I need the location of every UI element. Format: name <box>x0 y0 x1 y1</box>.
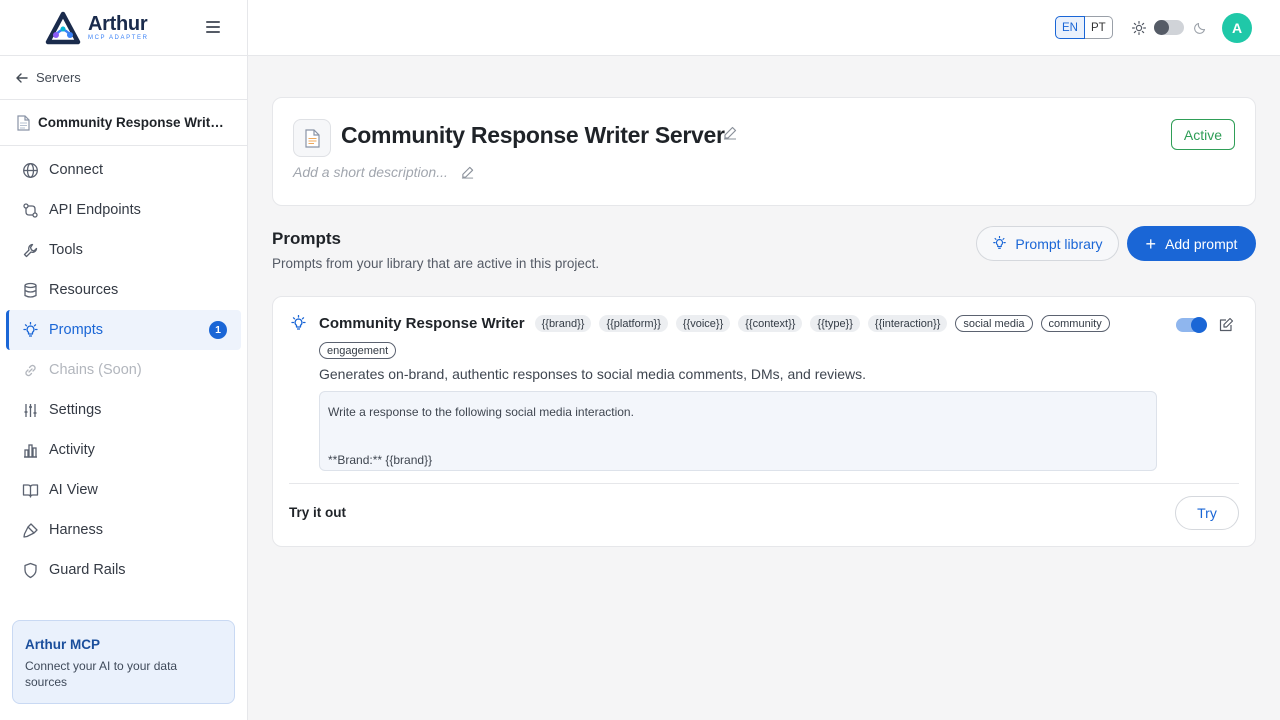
current-server[interactable]: Community Response Writer ... <box>0 100 247 146</box>
arthur-logo-icon[interactable] <box>44 11 82 45</box>
pen-tool-icon <box>23 522 38 538</box>
prompts-count-badge: 1 <box>209 321 227 339</box>
prompt-variable-chip: {{type}} <box>810 315 860 332</box>
moon-icon <box>1194 22 1206 34</box>
sidebar-item-label: Prompts <box>49 322 103 338</box>
back-to-servers-link[interactable]: Servers <box>0 56 247 100</box>
sidebar-item-prompts[interactable]: Prompts 1 <box>6 310 241 350</box>
edit-prompt-icon[interactable] <box>1219 317 1234 332</box>
book-icon <box>22 483 39 498</box>
back-link-label: Servers <box>36 70 81 85</box>
prompt-variable-chip: {{brand}} <box>534 315 592 332</box>
promo-card: Arthur MCP Connect your AI to your data … <box>12 620 235 704</box>
promo-text: Connect your AI to your data sources <box>25 659 178 689</box>
prompt-template-line: Write a response to the following social… <box>328 405 634 419</box>
brand-text: Arthur MCP ADAPTER <box>88 14 149 41</box>
prompt-enabled-toggle[interactable] <box>1176 317 1207 333</box>
server-document-icon <box>293 119 331 157</box>
prompt-library-label: Prompt library <box>1015 235 1103 252</box>
prompt-tag-chip: social media <box>955 315 1033 332</box>
menu-icon[interactable] <box>206 21 220 33</box>
sidebar-item-label: Activity <box>49 442 95 458</box>
sidebar-item-api-endpoints[interactable]: API Endpoints <box>6 190 241 230</box>
prompt-card: Community Response Writer {{brand}} {{pl… <box>272 296 1256 547</box>
server-status-badge: Active <box>1170 119 1235 150</box>
link-icon <box>25 364 36 376</box>
language-switcher: EN PT <box>1055 16 1113 39</box>
divider <box>289 483 1239 484</box>
prompt-library-button[interactable]: Prompt library <box>976 226 1119 261</box>
sidebar-item-tools[interactable]: Tools <box>6 230 241 270</box>
add-prompt-button[interactable]: + Add prompt <box>1127 226 1256 261</box>
prompt-variable-chip: {{voice}} <box>675 315 731 332</box>
sidebar-item-label: API Endpoints <box>49 202 141 218</box>
database-icon <box>24 282 37 298</box>
try-button[interactable]: Try <box>1175 496 1239 530</box>
sidebar-item-harness[interactable]: Harness <box>6 510 241 550</box>
bulb-icon <box>23 321 38 337</box>
sidebar-item-label: Guard Rails <box>49 562 126 578</box>
prompt-description: Generates on-brand, authentic responses … <box>319 366 867 382</box>
api-icon <box>23 202 38 218</box>
sidebar-item-label: Settings <box>49 402 102 418</box>
prompt-toggle-knob <box>1191 317 1207 333</box>
sidebar-item-label: AI View <box>49 482 98 498</box>
brand-header: Arthur MCP ADAPTER <box>0 0 247 56</box>
sun-icon <box>1132 21 1146 35</box>
theme-toggle-knob <box>1154 20 1169 35</box>
sidebar-item-label: Chains (Soon) <box>49 362 142 378</box>
sidebar-item-resources[interactable]: Resources <box>6 270 241 310</box>
sidebar-item-settings[interactable]: Settings <box>6 390 241 430</box>
prompt-tag-chip: community <box>1040 315 1110 332</box>
top-bar: EN PT A <box>248 0 1280 56</box>
prompt-name: Community Response Writer <box>319 315 525 332</box>
theme-toggle[interactable] <box>1154 20 1184 35</box>
current-server-name: Community Response Writer ... <box>38 115 230 130</box>
document-icon <box>17 114 30 131</box>
edit-description-icon[interactable] <box>461 166 474 179</box>
sliders-icon <box>24 403 37 417</box>
server-title: Community Response Writer Server <box>341 122 725 148</box>
globe-icon <box>23 162 38 178</box>
brand-subtitle: MCP ADAPTER <box>88 35 149 41</box>
server-description-placeholder[interactable]: Add a short description... <box>293 164 448 180</box>
sidebar-item-label: Connect <box>49 162 104 178</box>
wrench-icon <box>23 243 38 257</box>
sidebar-item-label: Resources <box>49 282 119 298</box>
try-it-out-label: Try it out <box>289 505 346 520</box>
sidebar-nav: Connect API Endpoints Tools Resources Pr… <box>0 146 247 590</box>
prompt-tag-chip: engagement <box>319 342 397 359</box>
lang-en-button[interactable]: EN <box>1055 16 1085 39</box>
prompt-template-preview: Write a response to the following social… <box>319 391 1157 471</box>
prompts-section-subtitle: Prompts from your library that are activ… <box>272 256 600 271</box>
sidebar-item-connect[interactable]: Connect <box>6 150 241 190</box>
sidebar-item-ai-view[interactable]: AI View <box>6 470 241 510</box>
prompts-section-title: Prompts <box>272 229 341 248</box>
sidebar-item-activity[interactable]: Activity <box>6 430 241 470</box>
arrow-left-icon <box>16 72 28 83</box>
bulb-icon <box>993 236 1007 249</box>
shield-icon <box>24 562 37 578</box>
bar-chart-icon <box>24 443 37 458</box>
sidebar-item-label: Harness <box>49 522 103 538</box>
lang-pt-button[interactable]: PT <box>1084 16 1113 39</box>
promo-title: Arthur MCP <box>25 637 100 652</box>
prompt-header: Community Response Writer {{brand}} {{pl… <box>319 315 1171 359</box>
prompt-variable-chip: {{interaction}} <box>867 315 948 332</box>
prompt-variable-chip: {{platform}} <box>599 315 668 332</box>
sidebar-item-chains: Chains (Soon) <box>6 350 241 390</box>
server-card: Community Response Writer Server Add a s… <box>272 97 1256 206</box>
sidebar-item-label: Tools <box>49 242 83 258</box>
prompt-template-line: **Brand:** {{brand}} <box>328 453 433 467</box>
user-avatar[interactable]: A <box>1222 13 1252 43</box>
sidebar-item-guard-rails[interactable]: Guard Rails <box>6 550 241 590</box>
brand-name: Arthur <box>88 13 148 35</box>
bulb-icon <box>291 315 306 330</box>
plus-icon: + <box>1145 233 1157 254</box>
add-prompt-label: Add prompt <box>1165 235 1238 252</box>
sidebar: Arthur MCP ADAPTER Servers Community Res… <box>0 0 248 720</box>
edit-title-icon[interactable] <box>723 126 737 140</box>
prompt-variable-chip: {{context}} <box>738 315 803 332</box>
